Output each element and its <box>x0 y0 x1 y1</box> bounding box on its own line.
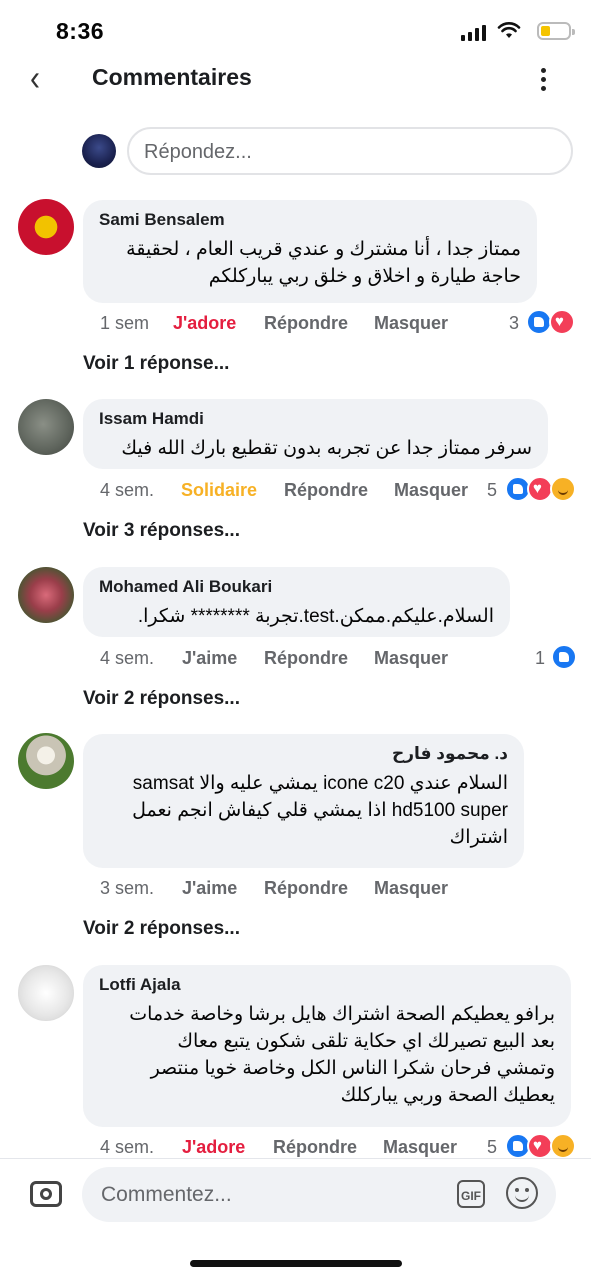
reply-button[interactable]: Répondre <box>264 313 348 334</box>
reaction-button[interactable]: Solidaire <box>181 480 257 501</box>
reaction-button[interactable]: J'adore <box>173 313 236 334</box>
reply-button[interactable]: Répondre <box>284 480 368 501</box>
comment-time: 3 sem. <box>100 878 155 898</box>
hide-button[interactable]: Masquer <box>374 648 448 669</box>
view-replies-link[interactable]: Voir 1 réponse... <box>83 353 229 375</box>
view-replies-link[interactable]: Voir 3 réponses... <box>83 520 240 542</box>
comment-text: السلام.عليكم.ممكن.test.تجربة ******** شك… <box>137 606 494 627</box>
hide-button[interactable]: Masquer <box>374 313 448 334</box>
avatar <box>82 134 116 168</box>
avatar[interactable] <box>18 399 74 455</box>
comment-author[interactable]: Sami Bensalem <box>99 210 521 230</box>
comment-author[interactable]: Lotfi Ajala <box>99 975 555 995</box>
comment-author[interactable]: Issam Hamdi <box>99 409 532 429</box>
divider <box>0 1158 591 1159</box>
avatar[interactable] <box>18 733 74 789</box>
comment-text: برافو يعطيكم الصحة اشتراك هايل برشا وخاص… <box>129 1004 555 1106</box>
cellular-signal-icon <box>461 25 486 41</box>
reply-placeholder[interactable]: Répondez... <box>144 141 252 164</box>
comment-author[interactable]: د. محمود فارح <box>99 744 508 764</box>
page-title: Commentaires <box>92 64 252 90</box>
camera-icon[interactable] <box>30 1181 62 1207</box>
like-reaction-icon <box>551 644 577 670</box>
care-reaction-icon <box>550 1133 576 1159</box>
comment-time: 4 sem. <box>100 480 155 500</box>
reply-button[interactable]: Répondre <box>273 1137 357 1158</box>
comment-time: 1 sem <box>100 313 150 333</box>
comment-text: السلام عندي icone c20 يمشي عليه والا sam… <box>132 773 508 848</box>
view-replies-link[interactable]: Voir 2 réponses... <box>83 688 240 710</box>
avatar[interactable] <box>18 567 74 623</box>
comment-bubble: Issam Hamdi سرفر ممتاز جدا عن تجربه بدون… <box>83 399 548 469</box>
comment-text: ممتاز جدا ، أنا مشترك و عندي قريب العام … <box>126 239 521 287</box>
status-time: 8:36 <box>56 18 105 44</box>
love-reaction-icon <box>549 309 575 335</box>
back-chevron-icon[interactable]: ‹ <box>30 59 40 100</box>
comment-bubble: د. محمود فارح السلام عندي icone c20 يمشي… <box>83 734 524 868</box>
more-options-icon[interactable] <box>541 68 546 91</box>
comment-bubble: Mohamed Ali Boukari السلام.عليكم.ممكن.te… <box>83 567 510 637</box>
battery-icon <box>537 22 575 40</box>
view-replies-link[interactable]: Voir 2 réponses... <box>83 918 240 940</box>
avatar[interactable] <box>18 199 74 255</box>
comment-time: 4 sem. <box>100 1137 155 1157</box>
reaction-button[interactable]: J'adore <box>182 1137 245 1158</box>
hide-button[interactable]: Masquer <box>383 1137 457 1158</box>
reaction-count[interactable]: 1 <box>535 648 545 669</box>
reaction-count[interactable]: 5 <box>487 1137 497 1158</box>
emoji-icon[interactable] <box>506 1177 538 1209</box>
home-indicator <box>190 1260 402 1267</box>
gif-icon[interactable]: GIF <box>457 1180 485 1208</box>
wifi-icon <box>497 22 521 38</box>
reply-button[interactable]: Répondre <box>264 878 348 899</box>
hide-button[interactable]: Masquer <box>374 878 448 899</box>
reaction-count[interactable]: 5 <box>487 480 497 501</box>
comment-bubble: Lotfi Ajala برافو يعطيكم الصحة اشتراك ها… <box>83 965 571 1127</box>
comment-author[interactable]: Mohamed Ali Boukari <box>99 577 494 597</box>
comment-placeholder[interactable]: Commentez... <box>101 1183 232 1207</box>
comment-bubble: Sami Bensalem ممتاز جدا ، أنا مشترك و عن… <box>83 200 537 303</box>
hide-button[interactable]: Masquer <box>394 480 468 501</box>
comment-time: 4 sem. <box>100 648 155 668</box>
reaction-count[interactable]: 3 <box>509 313 519 334</box>
comment-text: سرفر ممتاز جدا عن تجربه بدون تقطيع بارك … <box>121 438 532 459</box>
reaction-button[interactable]: J'aime <box>182 878 237 899</box>
care-reaction-icon <box>550 476 576 502</box>
reply-button[interactable]: Répondre <box>264 648 348 669</box>
reaction-button[interactable]: J'aime <box>182 648 237 669</box>
avatar[interactable] <box>18 965 74 1021</box>
